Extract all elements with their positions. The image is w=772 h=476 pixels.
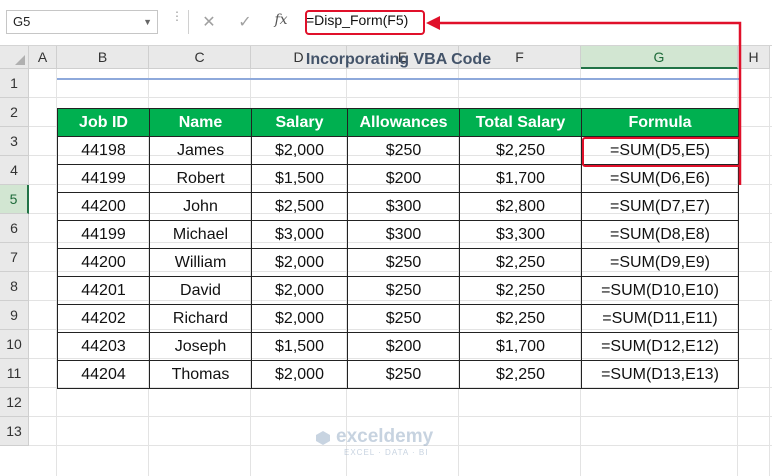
connector-arrow	[426, 16, 742, 185]
watermark-logo-icon	[316, 431, 330, 445]
watermark-brand: exceldemy	[336, 426, 434, 447]
watermark-tagline: EXCEL · DATA · BI	[344, 448, 429, 457]
